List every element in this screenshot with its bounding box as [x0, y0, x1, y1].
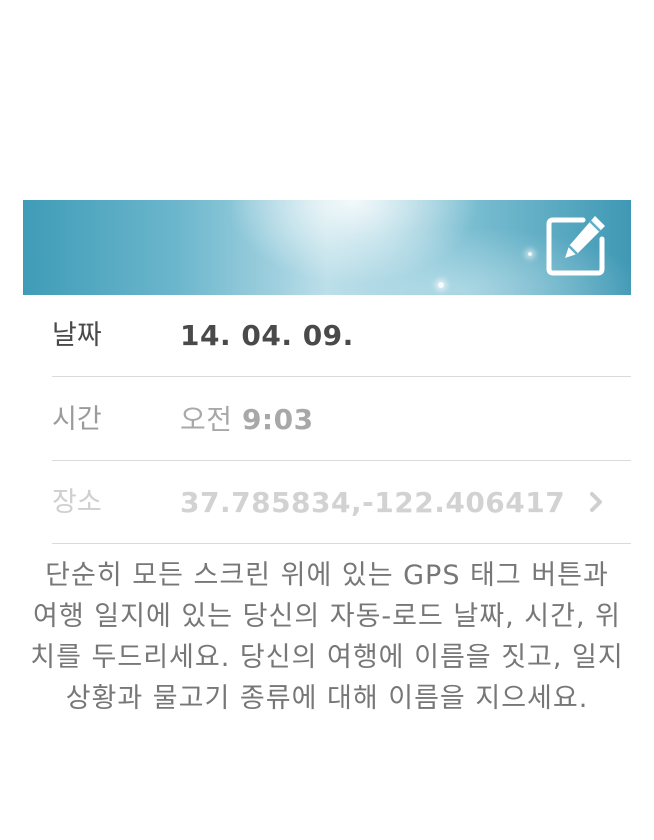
sparkle-decoration — [438, 282, 444, 288]
date-label: 날짜 — [52, 320, 102, 351]
instructions-text: 단순히 모든 스크린 위에 있는 GPS 태그 버튼과 여행 일지에 있는 당신… — [30, 560, 624, 714]
log-details-screen: 날짜 14. 04. 09. 시간 오전 9:03 장소 37.785834,-… — [0, 0, 654, 840]
edit-icon — [546, 216, 605, 276]
header-banner — [23, 200, 631, 295]
chevron-right-icon[interactable] — [585, 491, 607, 513]
date-row[interactable]: 날짜 14. 04. 09. — [52, 296, 631, 377]
time-clock: 9:03 — [241, 403, 314, 436]
time-label: 시간 — [52, 404, 102, 435]
time-value: 오전 9:03 — [180, 380, 314, 460]
place-label: 장소 — [52, 487, 102, 518]
sparkle-decoration — [528, 252, 532, 256]
time-row[interactable]: 시간 오전 9:03 — [52, 380, 631, 461]
time-period: 오전 — [180, 403, 233, 436]
place-value: 37.785834,-122.406417 — [180, 486, 566, 519]
edit-button[interactable] — [543, 213, 607, 277]
date-value: 14. 04. 09. — [180, 319, 354, 352]
place-row[interactable]: 장소 37.785834,-122.406417 — [52, 463, 631, 544]
